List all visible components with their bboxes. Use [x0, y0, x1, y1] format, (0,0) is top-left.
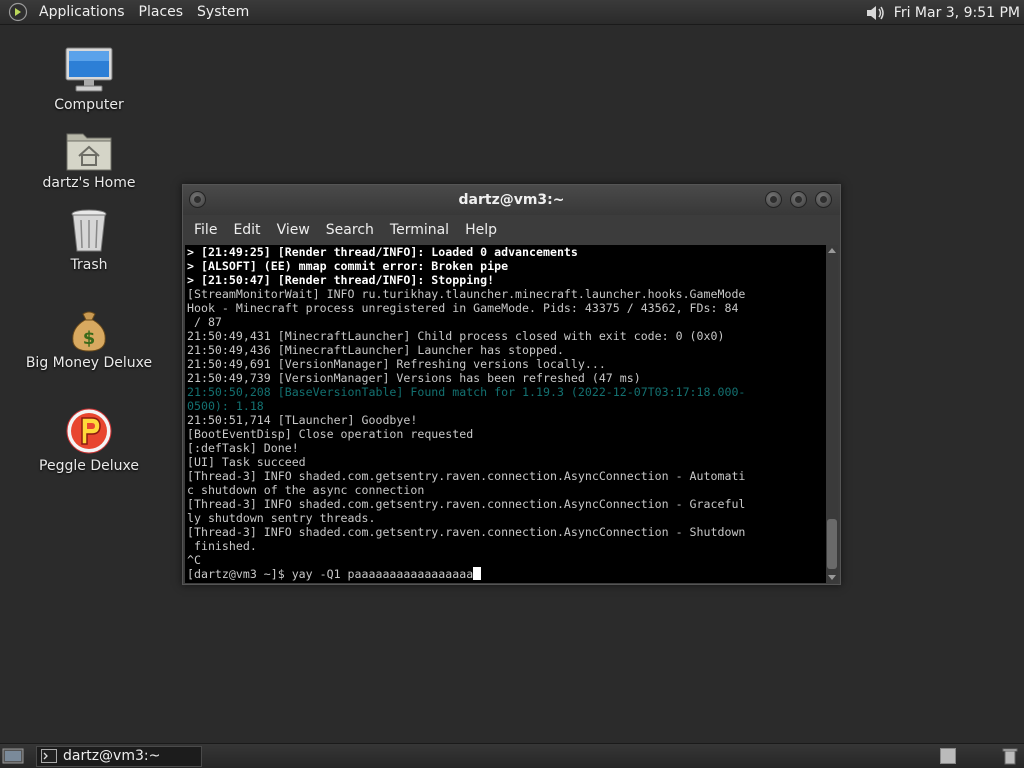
terminal-line: [BootEventDisp] Close operation requeste… [187, 427, 474, 441]
maximize-button[interactable] [790, 191, 807, 208]
terminal-prompt: [dartz@vm3 ~]$ [187, 567, 292, 581]
desktop-icon-computer[interactable]: Computer [19, 46, 159, 113]
terminal-line: > [21:50:47] [Render thread/INFO]: Stopp… [187, 273, 495, 287]
desktop-icon-peggle[interactable]: Peggle Deluxe [19, 407, 159, 474]
terminal-line: 21:50:51,714 [TLauncher] Goodbye! [187, 413, 418, 427]
terminal-line: 0500): 1.18 [187, 399, 264, 413]
panel-status-area: Fri Mar 3, 9:51 PM [864, 0, 1020, 25]
terminal-line: 21:50:49,739 [VersionManager] Versions h… [187, 371, 641, 385]
terminal-line: > [ALSOFT] (EE) mmap commit error: Broke… [187, 259, 509, 273]
clock[interactable]: Fri Mar 3, 9:51 PM [894, 5, 1020, 21]
menu-search[interactable]: Search [318, 222, 382, 238]
terminal-input[interactable]: yay -Q1 paaaaaaaaaaaaaaaaa [292, 567, 473, 581]
text-cursor [473, 567, 482, 580]
trash-applet-icon[interactable] [1002, 747, 1018, 765]
menu-help[interactable]: Help [457, 222, 505, 238]
terminal-line: [:defTask] Done! [187, 441, 299, 455]
desktop-icon-label: Peggle Deluxe [39, 458, 139, 474]
terminal-scrollbar[interactable] [826, 245, 838, 583]
terminal-output[interactable]: > [21:49:25] [Render thread/INFO]: Loade… [185, 245, 828, 583]
terminal-line: [StreamMonitorWait] INFO ru.turikhay.tla… [187, 287, 746, 301]
scroll-down-icon[interactable] [828, 575, 836, 580]
terminal-line: [UI] Task succeed [187, 455, 306, 469]
taskbar-label: dartz@vm3:~ [63, 748, 161, 764]
terminal-line: 21:50:50,208 [BaseVersionTable] Found ma… [187, 385, 746, 399]
terminal-line: c shutdown of the async connection [187, 483, 425, 497]
terminal-window[interactable]: dartz@vm3:~ File Edit View Search Termin… [182, 184, 841, 585]
top-panel: Applications Places System Fri Mar 3, 9:… [0, 0, 1024, 25]
svg-text:$: $ [83, 328, 96, 349]
window-title: dartz@vm3:~ [458, 192, 565, 208]
desktop-icon-label: Computer [54, 97, 124, 113]
terminal-line: 21:50:49,436 [MinecraftLauncher] Launche… [187, 343, 564, 357]
gnome-foot-icon[interactable] [8, 2, 28, 22]
applications-menu[interactable]: Applications [32, 4, 132, 20]
terminal-line: finished. [187, 539, 257, 553]
computer-icon [65, 47, 113, 92]
volume-icon[interactable] [864, 3, 888, 23]
desktop-icon-label: dartz's Home [42, 175, 136, 191]
minimize-button[interactable] [765, 191, 782, 208]
workspace-icon[interactable] [940, 748, 956, 764]
terminal-line: Hook - Minecraft process unregistered in… [187, 301, 739, 315]
menu-edit[interactable]: Edit [225, 222, 268, 238]
home-folder-icon [66, 133, 112, 171]
window-menu-button[interactable] [189, 191, 206, 208]
close-button[interactable] [815, 191, 832, 208]
terminal-prompt-line[interactable]: [dartz@vm3 ~]$ yay -Q1 paaaaaaaaaaaaaaaa… [187, 567, 826, 581]
desktop-icon-label: Big Money Deluxe [25, 355, 153, 371]
scroll-thumb[interactable] [827, 519, 837, 569]
terminal-line: 21:50:49,431 [MinecraftLauncher] Child p… [187, 329, 725, 343]
terminal-line: ^C [187, 553, 201, 567]
window-titlebar[interactable]: dartz@vm3:~ [183, 185, 840, 215]
terminal-line: [Thread-3] INFO shaded.com.getsentry.rav… [187, 497, 746, 511]
terminal-line: ly shutdown sentry threads. [187, 511, 376, 525]
desktop-icon-big-money[interactable]: $ Big Money Deluxe [19, 310, 159, 371]
places-menu[interactable]: Places [132, 4, 191, 20]
desktop-icon-trash[interactable]: Trash [19, 208, 159, 273]
terminal-line: [Thread-3] INFO shaded.com.getsentry.rav… [187, 525, 746, 539]
system-menu[interactable]: System [190, 4, 256, 20]
menu-view[interactable]: View [269, 222, 318, 238]
terminal-icon [41, 749, 57, 763]
peggle-icon [66, 408, 112, 454]
taskbar-button-terminal[interactable]: dartz@vm3:~ [36, 745, 202, 767]
scroll-up-icon[interactable] [828, 248, 836, 253]
desktop-icon-label: Trash [70, 257, 108, 273]
terminal-menubar: File Edit View Search Terminal Help [183, 215, 840, 244]
terminal-line: / 87 [187, 315, 222, 329]
menu-terminal[interactable]: Terminal [382, 222, 457, 238]
terminal-line: 21:50:49,691 [VersionManager] Refreshing… [187, 357, 606, 371]
show-desktop-icon[interactable] [2, 747, 24, 765]
terminal-line: > [21:49:25] [Render thread/INFO]: Loade… [187, 245, 578, 259]
bottom-panel: dartz@vm3:~ [0, 743, 1024, 768]
terminal-line: [Thread-3] INFO shaded.com.getsentry.rav… [187, 469, 746, 483]
menu-file[interactable]: File [186, 222, 225, 238]
trash-icon [71, 209, 107, 252]
money-bag-icon: $ [72, 311, 106, 352]
desktop-icon-home[interactable]: dartz's Home [19, 128, 159, 191]
